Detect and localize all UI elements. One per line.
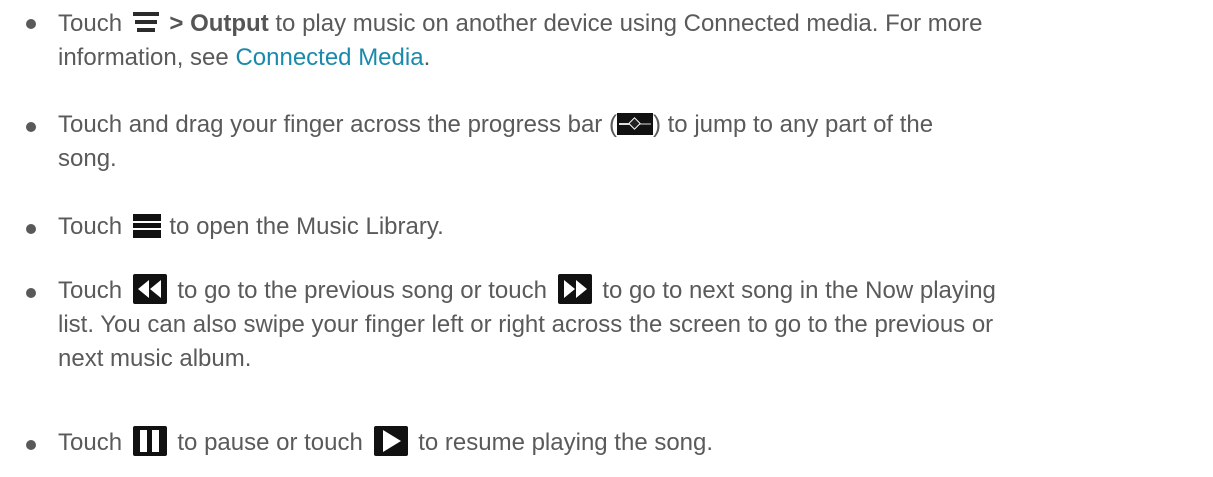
item-text-line2: song. <box>58 145 117 172</box>
item-text-rest: to resume playing the song. <box>418 429 714 456</box>
item-text-touch: Touch <box>58 277 123 304</box>
item-text-rest: to open the Music Library. <box>169 213 444 240</box>
item-text-period: . <box>423 44 431 71</box>
connected-media-link[interactable]: Connected Media <box>235 44 423 71</box>
item-text-line2: information, see <box>58 44 229 71</box>
item-text-touch: Touch <box>58 213 123 240</box>
next-icon <box>557 273 592 304</box>
item-text-output: Output <box>190 10 269 37</box>
item-text: Touch and drag your finger across the pr… <box>58 108 1203 176</box>
item-text-touch: Touch <box>58 429 123 456</box>
bullet-dot <box>26 19 36 29</box>
progress-bar-icon <box>616 112 653 135</box>
bullet-dot <box>26 288 36 298</box>
play-icon <box>373 425 408 456</box>
item-text: Touch to pause or touch to resume playin… <box>58 425 1203 460</box>
bullet-dot <box>26 122 36 132</box>
music-library-icon <box>132 213 161 238</box>
item-text-line1: to play music on another device using Co… <box>275 10 983 37</box>
item-text-line1-post: ) to jump to any part of the <box>652 111 934 138</box>
item-text-line2: list. You can also swipe your finger lef… <box>58 311 994 338</box>
item-text-mid: to pause or touch <box>177 429 363 456</box>
item-text-line3: next music album. <box>58 345 252 372</box>
item-text-line1-post: to go to next song in the Now playing <box>602 277 996 304</box>
item-text: Touch to open the Music Library. <box>58 210 1203 244</box>
menu-icon <box>132 11 159 34</box>
previous-icon <box>132 273 167 304</box>
item-text: Touch to go to the previous song or touc… <box>58 273 1203 376</box>
bullet-dot <box>26 224 36 234</box>
item-text-gt: > <box>169 10 184 37</box>
item-text-line1-pre: Touch and drag your finger across the pr… <box>58 111 617 138</box>
item-text-mid: to go to the previous song or touch <box>177 277 547 304</box>
item-text-touch: Touch <box>58 10 123 37</box>
item-text: Touch > Output to play music on another … <box>58 7 1203 75</box>
bullet-dot <box>26 440 36 450</box>
pause-icon <box>132 425 167 456</box>
